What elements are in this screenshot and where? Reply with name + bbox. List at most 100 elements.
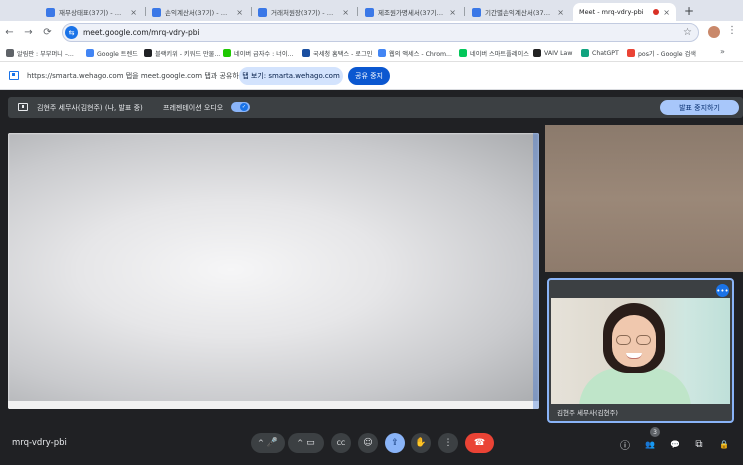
bookmark-favicon-icon (581, 49, 589, 57)
presenting-text: 김현주 세무사(김현주) (나, 발표 중) (37, 104, 143, 112)
close-icon[interactable]: × (342, 8, 349, 17)
mic-button[interactable]: ^ 🎤 (251, 433, 285, 453)
bookmark-star-icon[interactable]: ☆ (683, 27, 692, 38)
mic-icon: 🎤 (266, 438, 279, 448)
chevron-up-icon[interactable]: ^ (258, 439, 264, 447)
bookmark-favicon-icon (627, 49, 635, 57)
self-video-tile[interactable]: ••• 김현주 세무사(김현주) (547, 278, 734, 423)
emoji-button[interactable]: ☺ (358, 433, 378, 453)
browser-tab-1[interactable]: 재무상태표(37기) - 주식회사 × (40, 3, 143, 21)
bookmark-item[interactable]: VAIV Law (533, 47, 572, 59)
chat-icon[interactable]: 💬 (668, 437, 682, 451)
bookmark-label: 알림판 : 부부머니 –... (17, 50, 74, 58)
bookmark-label: VAIV Law (544, 49, 573, 57)
sheet-icon (46, 7, 55, 17)
reload-icon[interactable]: ⟳ (38, 27, 57, 38)
participant-tile[interactable] (545, 125, 743, 272)
shared-screen-scrollbar (533, 133, 539, 409)
shared-screen-footer (8, 401, 539, 409)
presenting-banner: 김현주 세무사(김현주) (나, 발표 중) 프레젠테이션 오디오 ✓ 발표 중… (8, 97, 743, 118)
close-icon[interactable]: × (663, 8, 670, 17)
meeting-code: mrq-vdry-pbi (12, 438, 67, 448)
bookmark-label: 블랙키위 - 키워드 만물... (155, 50, 221, 58)
camera-button[interactable]: ^ ▭ (288, 433, 324, 453)
presentation-audio-label: 프레젠테이션 오디오 (163, 104, 224, 112)
browser-tab-3[interactable]: 거래처원장(37기) - 주식회사 × (252, 3, 355, 21)
new-tab-button[interactable]: + (684, 4, 694, 18)
browser-tab-meet[interactable]: Meet - mrq-vdry-pbi × (573, 3, 676, 21)
bookmark-item[interactable]: 알림판 : 부부머니 –... (6, 47, 74, 59)
present-icon: ⇪ (391, 438, 399, 448)
tab-sharing-bar: https://smarta.wehago.com 탭을 meet.google… (0, 62, 743, 90)
end-call-icon: ☎ (473, 438, 486, 448)
profile-avatar[interactable] (708, 26, 720, 38)
bookmark-favicon-icon (533, 49, 541, 57)
bookmark-item[interactable]: 네이버 급자수 : 너이... (223, 47, 293, 59)
tab-label: 제조원가명세서(37기) - 주식 (378, 9, 445, 17)
tab-label: 재무상태표(37기) - 주식회사 (59, 9, 127, 17)
bookmark-favicon-icon (223, 49, 231, 57)
close-icon[interactable]: × (557, 8, 564, 17)
more-options-button[interactable]: ⋮ (438, 433, 458, 453)
info-icon[interactable]: ⓘ (618, 437, 632, 452)
bookmark-item[interactable]: 블랙키위 - 키워드 만물... (144, 47, 220, 59)
bookmarks-bar: 알림판 : 부부머니 –... Google 트렌드 블랙키위 - 키워드 만물… (0, 44, 743, 62)
chevron-up-icon[interactable]: ^ (297, 439, 303, 447)
activities-icon[interactable]: ⧉ (692, 437, 706, 451)
bookmark-item[interactable]: 네이버 스마트플레이스 (459, 47, 529, 59)
close-icon[interactable]: × (449, 8, 456, 17)
bookmarks-overflow-button[interactable]: » (720, 47, 725, 56)
presentation-audio-toggle[interactable]: ✓ (231, 102, 250, 112)
bookmark-item[interactable]: 웹의 액세스 - Chrom... (378, 47, 452, 59)
tile-more-options-icon[interactable]: ••• (716, 284, 729, 297)
switch-tab-button[interactable]: 탭 보기: smarta.wehago.com (239, 67, 343, 85)
tab-label: 거래처원장(37기) - 주식회사 (271, 9, 339, 17)
hand-icon: ✋ (415, 438, 427, 448)
bookmark-favicon-icon (6, 49, 14, 57)
emoji-icon: ☺ (363, 438, 373, 448)
forward-icon[interactable]: → (19, 27, 38, 38)
bookmark-favicon-icon (378, 49, 386, 57)
bookmark-label: 웹의 액세스 - Chrom... (389, 50, 452, 58)
tab-divider (357, 7, 358, 16)
site-info-icon[interactable]: ⇆ (65, 26, 78, 39)
browser-toolbar: ← → ⟳ ⇆ meet.google.com/mrq-vdry-pbi ☆ ⋮ (0, 21, 743, 44)
host-controls-icon[interactable]: 🔒 (717, 437, 731, 451)
bookmark-label: ChatGPT (592, 49, 619, 57)
captions-button[interactable]: CC (331, 433, 351, 453)
url-text[interactable]: meet.google.com/mrq-vdry-pbi (83, 28, 683, 37)
browser-tab-2[interactable]: 손익계산서(37기) - 주식회사 × (146, 3, 249, 21)
stop-sharing-button[interactable]: 공유 중지 (348, 67, 390, 85)
close-icon[interactable]: × (130, 8, 137, 17)
person-shirt (579, 368, 691, 404)
camera-icon: ▭ (306, 438, 315, 448)
browser-tab-5[interactable]: 기간별손익계산서(37기) - 주 × (466, 3, 570, 21)
captions-icon: CC (336, 439, 346, 447)
bookmark-item[interactable]: Google 트렌드 (86, 47, 138, 59)
bookmark-item[interactable]: ChatGPT (581, 47, 619, 59)
bookmark-item[interactable]: 국세청 홈택스 - 로그인 (302, 47, 372, 59)
tab-divider (464, 7, 465, 16)
stop-presenting-button[interactable]: 발표 중지하기 (660, 100, 739, 115)
participant-name: 김현주 세무사(김현주) (557, 409, 618, 417)
present-screen-icon (18, 103, 28, 111)
raise-hand-button[interactable]: ✋ (411, 433, 431, 453)
sheet-icon (152, 7, 161, 17)
sheet-icon (472, 7, 481, 17)
people-icon[interactable]: 👥 (643, 437, 657, 451)
participant-count-badge: 3 (650, 427, 660, 437)
recording-indicator-icon (653, 9, 660, 15)
glasses-icon (616, 335, 652, 346)
browser-menu-icon[interactable]: ⋮ (727, 25, 737, 36)
leave-call-button[interactable]: ☎ (465, 433, 494, 453)
present-button[interactable]: ⇪ (385, 433, 405, 453)
close-icon[interactable]: × (236, 8, 243, 17)
tab-label: 손익계산서(37기) - 주식회사 (165, 9, 233, 17)
check-icon: ✓ (240, 103, 248, 111)
address-bar[interactable]: ⇆ meet.google.com/mrq-vdry-pbi ☆ (62, 23, 699, 42)
back-icon[interactable]: ← (0, 27, 19, 38)
more-vert-icon: ⋮ (443, 438, 453, 448)
tab-label: 기간별손익계산서(37기) - 주 (485, 9, 553, 17)
bookmark-item[interactable]: pos기 - Google 검색 (627, 47, 696, 59)
browser-tab-4[interactable]: 제조원가명세서(37기) - 주식 × (359, 3, 462, 21)
